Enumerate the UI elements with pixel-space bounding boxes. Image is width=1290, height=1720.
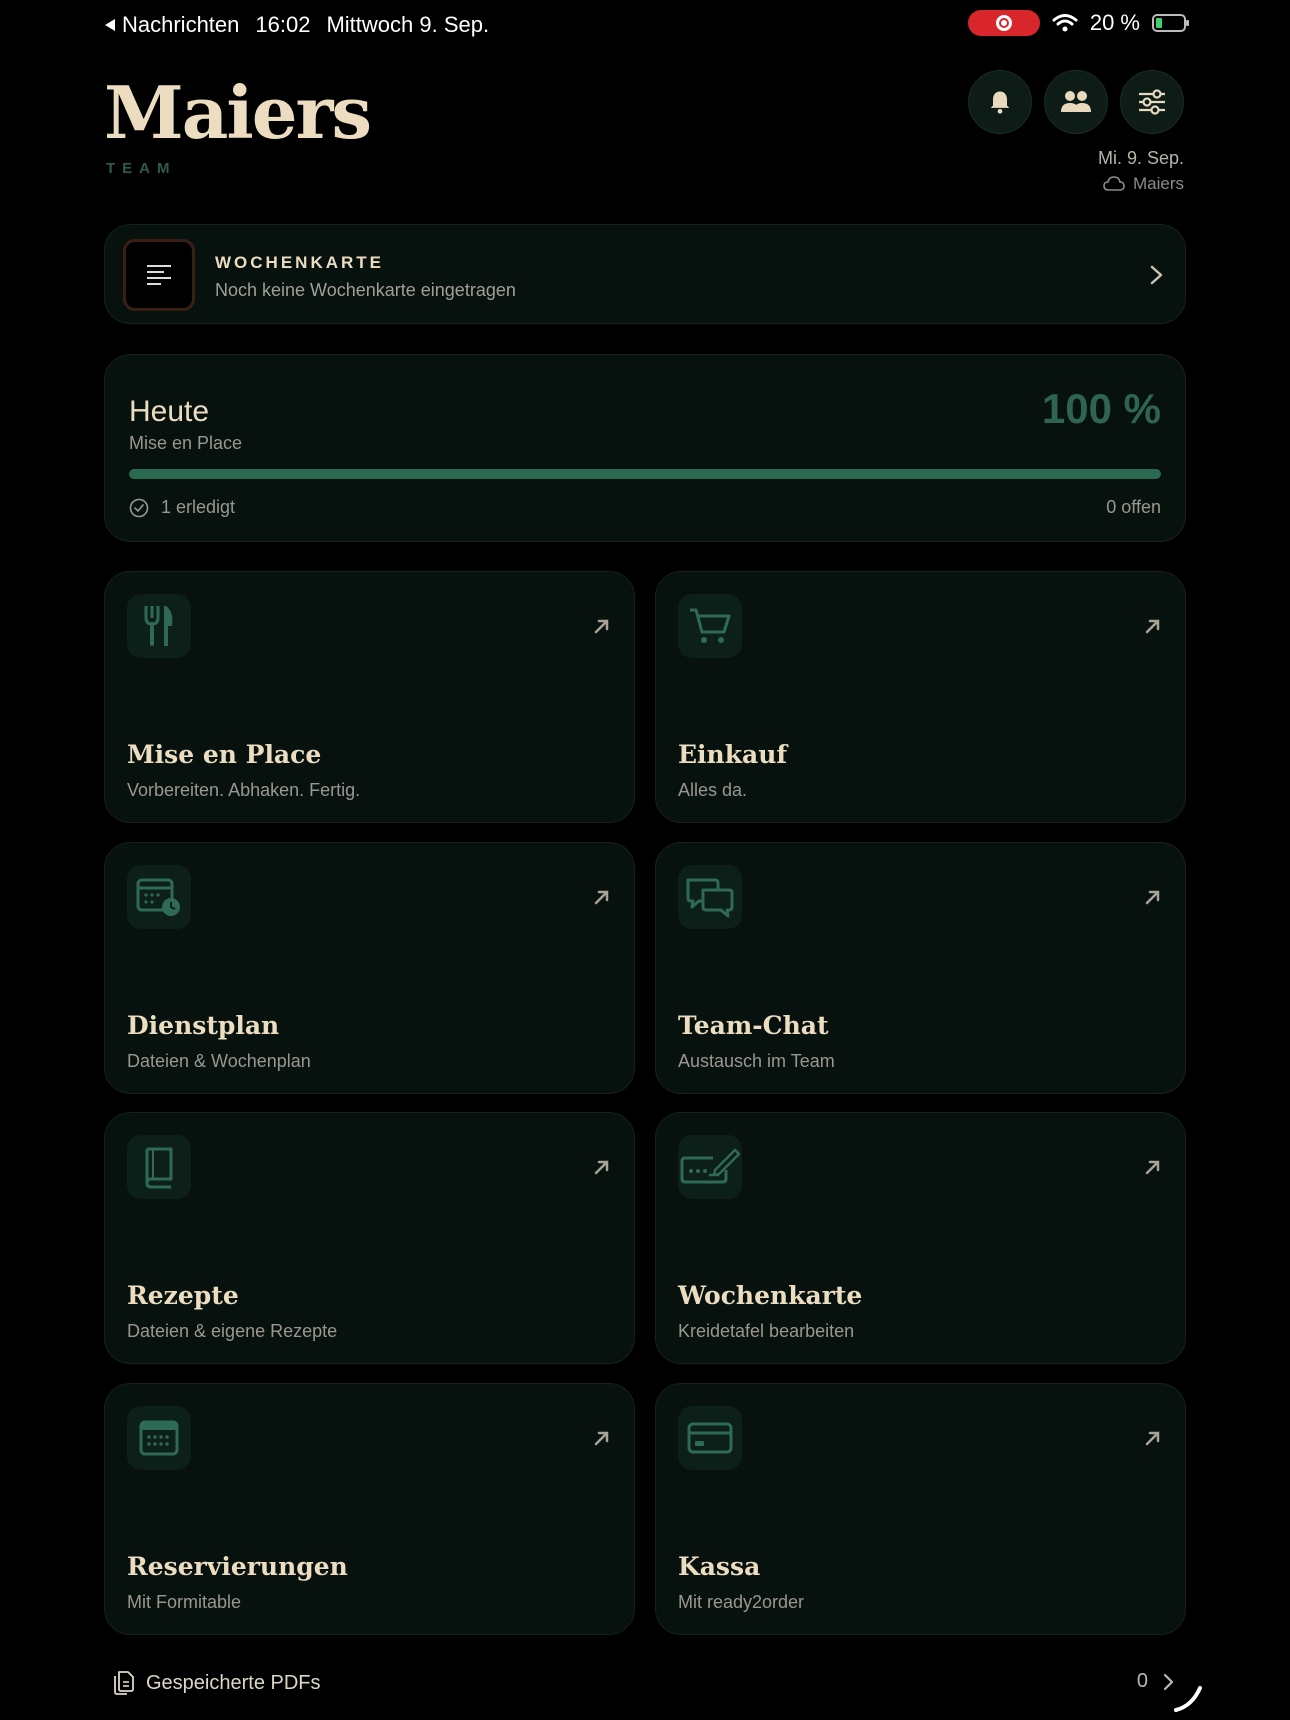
tile-subtitle: Mit Formitable — [127, 1592, 242, 1612]
progress-bar — [129, 469, 1161, 479]
notifications-button[interactable] — [968, 70, 1032, 134]
arrow-up-right-icon — [594, 1431, 609, 1446]
arrow-up-right-icon — [594, 619, 609, 634]
tile-mise-en-place[interactable]: Mise en Place Vorbereiten. Abhaken. Fert… — [104, 571, 635, 823]
chat-bubbles-icon — [686, 878, 734, 918]
bell-icon — [990, 91, 1010, 114]
cloud-icon — [1103, 176, 1125, 191]
status-time: 16:02 — [255, 12, 311, 37]
people-icon — [1061, 91, 1091, 112]
tile-title: Rezepte — [127, 1281, 239, 1310]
tile-rezepte[interactable]: Rezepte Dateien & eigene Rezepte — [104, 1112, 635, 1364]
tile-dienstplan[interactable]: Dienstplan Dateien & Wochenplan — [104, 842, 635, 1094]
tile-einkauf[interactable]: Einkauf Alles da. — [655, 571, 1186, 823]
signature-icon — [680, 1148, 741, 1184]
today-title: Heute — [129, 395, 210, 428]
tile-title: Dienstplan — [127, 1011, 280, 1040]
back-to-app-link[interactable]: Nachrichten — [104, 12, 239, 38]
tile-subtitle: Dateien & Wochenplan — [127, 1051, 311, 1071]
tile-wochenkarte[interactable]: Wochenkarte Kreidetafel bearbeiten — [655, 1112, 1186, 1364]
sync-status: Maiers — [1103, 174, 1184, 194]
team-button[interactable] — [1044, 70, 1108, 134]
tile-title: Wochenkarte — [678, 1281, 863, 1310]
back-app-label: Nachrichten — [122, 12, 240, 37]
brand-subtitle: TEAM — [106, 160, 177, 177]
tile-subtitle: Kreidetafel bearbeiten — [678, 1321, 855, 1341]
calendar-icon — [139, 1420, 179, 1456]
brand-title: Maiers — [104, 70, 372, 155]
open-label: 0 offen — [1106, 497, 1161, 517]
arrow-up-right-icon — [1145, 1160, 1160, 1175]
text-lines-icon — [147, 265, 171, 285]
tile-subtitle: Alles da. — [678, 780, 748, 800]
today-done: 1 erledigt — [129, 497, 235, 518]
tile-subtitle: Mit ready2order — [678, 1592, 805, 1612]
status-bar: Nachrichten 16:02 Mittwoch 9. Sep. 20 % — [0, 0, 1290, 50]
screen-recording-indicator[interactable] — [967, 10, 1040, 36]
sliders-icon — [1139, 89, 1165, 115]
arrow-up-right-icon — [1145, 619, 1160, 634]
banner-title: WOCHENKARTE — [215, 253, 384, 272]
home-indicator-stroke — [1174, 1686, 1202, 1712]
today-percent: 100 % — [1041, 385, 1161, 432]
credit-card-icon — [687, 1422, 733, 1454]
chevron-right-icon — [1150, 265, 1163, 285]
tile-title: Einkauf — [678, 740, 788, 769]
banner-icon-box — [123, 239, 195, 311]
book-icon — [145, 1147, 173, 1189]
back-triangle-icon — [105, 19, 115, 31]
tile-team-chat[interactable]: Team-Chat Austausch im Team — [655, 842, 1186, 1094]
check-circle-icon — [129, 498, 149, 517]
status-date: Mittwoch 9. Sep. — [326, 12, 490, 37]
today-subtitle: Mise en Place — [129, 433, 243, 453]
banner-subtitle: Noch keine Wochenkarte eingetragen — [215, 280, 516, 300]
tile-subtitle: Austausch im Team — [678, 1051, 835, 1071]
done-label: 1 erledigt — [161, 497, 236, 517]
wochenkarte-banner[interactable]: WOCHENKARTE Noch keine Wochenkarte einge… — [104, 224, 1186, 324]
tile-subtitle: Vorbereiten. Abhaken. Fertig. — [127, 780, 361, 800]
cart-icon — [690, 608, 731, 643]
record-icon — [995, 15, 1012, 31]
today-progress-card[interactable]: Heute Mise en Place 100 % 1 erledigt 0 o… — [104, 354, 1186, 542]
tile-title: Mise en Place — [127, 740, 322, 769]
settings-button[interactable] — [1120, 70, 1184, 134]
calendar-clock-icon — [136, 878, 180, 916]
tile-title: Team-Chat — [678, 1011, 829, 1040]
fork-knife-icon — [144, 606, 173, 646]
battery-percent: 20 % — [1089, 10, 1140, 35]
progress-bar-fill — [129, 469, 1161, 479]
saved-pdfs-count: 0 — [1136, 1670, 1148, 1692]
arrow-up-right-icon — [594, 1160, 609, 1175]
saved-pdfs-row[interactable]: Gespeicherte PDFs 0 — [104, 1668, 1186, 1698]
tile-title: Kassa — [678, 1552, 761, 1581]
arrow-up-right-icon — [1145, 890, 1160, 905]
tile-title: Reservierungen — [127, 1552, 348, 1581]
tile-reservierungen[interactable]: Reservierungen Mit Formitable — [104, 1383, 635, 1635]
sync-label: Maiers — [1132, 174, 1184, 193]
documents-icon — [114, 1671, 134, 1695]
header-date: Mi. 9. Sep. — [1097, 148, 1184, 168]
saved-pdfs-label: Gespeicherte PDFs — [146, 1671, 321, 1694]
arrow-up-right-icon — [1145, 1431, 1160, 1446]
tile-subtitle: Dateien & eigene Rezepte — [127, 1321, 338, 1341]
battery-icon — [1152, 14, 1189, 32]
wifi-icon — [1052, 14, 1078, 32]
tile-kassa[interactable]: Kassa Mit ready2order — [655, 1383, 1186, 1635]
arrow-up-right-icon — [594, 890, 609, 905]
